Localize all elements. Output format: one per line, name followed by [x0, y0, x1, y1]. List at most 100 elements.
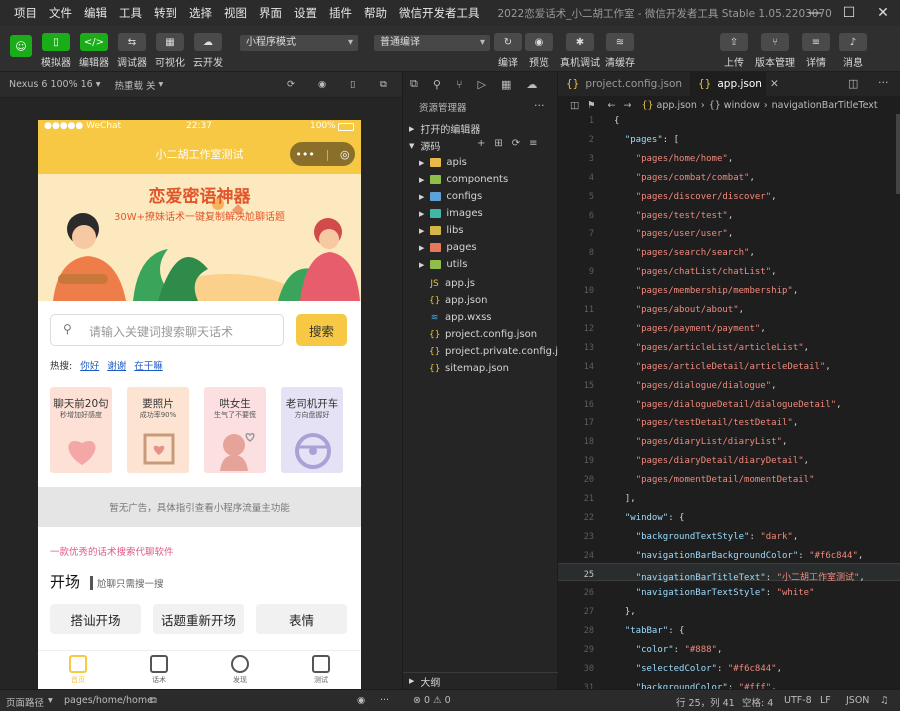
code-line[interactable]: "pages/user/user", — [614, 229, 734, 239]
search-button[interactable]: 搜索 — [296, 314, 347, 346]
menu-item-settings[interactable]: 设置 — [288, 5, 323, 21]
menu-item-select[interactable]: 选择 — [183, 5, 218, 21]
folder-item[interactable]: ▶ libs — [403, 222, 559, 239]
tab-discover[interactable]: 发现 — [220, 655, 260, 685]
tab-home[interactable]: 首页 — [58, 655, 98, 685]
file-item[interactable]: {} app.json — [403, 292, 559, 309]
code-line[interactable]: "color": "#888", — [614, 645, 723, 655]
editor-button[interactable]: </> 编辑器 — [75, 33, 113, 69]
page-path-label[interactable]: 页面路径 — [6, 695, 44, 709]
hot-keyword[interactable]: 谢谢 — [107, 358, 126, 372]
forward-icon[interactable]: → — [623, 100, 631, 111]
tab-app-json[interactable]: {} app.json ✕ — [690, 72, 779, 96]
extensions-icon[interactable]: ▦ — [501, 78, 511, 91]
folder-item[interactable]: ▶ components — [403, 171, 559, 188]
menu-item-plugins[interactable]: 插件 — [323, 5, 358, 21]
hot-reload-select[interactable]: 热重载 关 — [115, 78, 156, 92]
close-icon[interactable]: ✕ — [866, 0, 900, 26]
code-line[interactable]: "pages/combat/combat", — [614, 173, 755, 183]
code-line[interactable]: "pages/chatList/chatList", — [614, 267, 777, 277]
file-item[interactable]: {} project.config.json — [403, 326, 559, 343]
back-icon[interactable]: ← — [608, 100, 616, 111]
file-item[interactable]: JS app.js — [403, 275, 559, 292]
code-line[interactable]: }, — [614, 607, 636, 617]
folder-item[interactable]: ▶ pages — [403, 239, 559, 256]
menu-item-interface[interactable]: 界面 — [253, 5, 288, 21]
more-icon[interactable]: ••• — [295, 148, 314, 161]
code-line[interactable]: "pages/articleList/articleList", — [614, 343, 809, 353]
indentation[interactable]: 空格: 4 — [742, 695, 773, 709]
code-line[interactable]: "pages/home/home", — [614, 154, 734, 164]
code-line[interactable]: "tabBar": { — [614, 626, 685, 636]
menu-item-help[interactable]: 帮助 — [358, 5, 393, 21]
upload-button[interactable]: ⇧ 上传 — [715, 33, 753, 69]
add-folder-icon[interactable]: ⊞ — [494, 138, 502, 149]
search-input[interactable]: ⚲ 请输入关键词搜索聊天话术 — [50, 314, 284, 346]
tab-test[interactable]: 测试 — [301, 655, 341, 685]
tab-scripts[interactable]: 话术 — [139, 655, 179, 685]
language-mode[interactable]: JSON — [846, 695, 869, 706]
popout-icon[interactable]: ⧉ — [380, 79, 387, 90]
version-button[interactable]: ⑂ 版本管理 — [755, 33, 795, 69]
menu-item-file[interactable]: 文件 — [43, 5, 78, 21]
topic-chip[interactable]: 搭讪开场 — [50, 604, 141, 634]
more-icon[interactable]: ··· — [878, 76, 889, 89]
maximize-icon[interactable]: ☐ — [832, 0, 866, 26]
topic-chip[interactable]: 话题重新开场 — [153, 604, 244, 634]
code-line[interactable]: "pages": [ — [614, 135, 679, 145]
code-line[interactable]: "navigationBarTitleText": "小二胡工作室测试", — [614, 570, 865, 583]
code-line[interactable]: "navigationBarTextStyle": "white" — [614, 588, 815, 598]
capsule-button[interactable]: ••• | ◎ — [290, 142, 355, 166]
device-select[interactable]: Nexus 6 100% 16 — [9, 79, 93, 90]
device-icon[interactable]: ▯ — [350, 79, 355, 90]
bell-icon[interactable]: ♫ — [880, 695, 889, 706]
preview-button[interactable]: ◉ 预览 — [520, 33, 558, 69]
messages-button[interactable]: ♪ 消息 — [834, 33, 872, 69]
compile-select[interactable]: 普通编译 — [374, 35, 490, 51]
debug-icon[interactable]: ▷ — [478, 78, 486, 91]
minimize-icon[interactable]: — — [798, 0, 832, 26]
code-line[interactable]: "backgroundTextStyle": "dark", — [614, 532, 799, 542]
menu-item-goto[interactable]: 转到 — [148, 5, 183, 21]
mode-select[interactable]: 小程序模式 — [240, 35, 358, 51]
code-line[interactable]: "pages/diaryDetail/diaryDetail", — [614, 456, 809, 466]
code-line[interactable]: "pages/dialogue/dialogue", — [614, 381, 777, 391]
refresh-icon[interactable]: ⟳ — [512, 138, 520, 149]
eye-icon[interactable]: ◉ — [357, 695, 365, 706]
folder-item[interactable]: ▶ apis — [403, 154, 559, 171]
files-icon[interactable]: ⧉ — [410, 77, 418, 91]
code-line[interactable]: "pages/membership/membership", — [614, 286, 799, 296]
code-line[interactable]: "navigationBarBackgroundColor": "#f6c844… — [614, 551, 864, 561]
line-ending[interactable]: LF — [820, 695, 831, 706]
page-path[interactable]: pages/home/home — [64, 695, 153, 706]
bookmark-icon[interactable]: ⚑ — [587, 100, 596, 111]
search-icon[interactable]: ⚲ — [433, 78, 441, 91]
split-editor-icon[interactable]: ◫ — [848, 77, 858, 90]
open-editors-section[interactable]: ▶ 打开的编辑器 — [403, 120, 559, 137]
hot-keyword[interactable]: 在干嘛 — [134, 358, 163, 372]
code-line[interactable]: { — [614, 116, 619, 126]
more-icon[interactable]: ··· — [534, 99, 545, 112]
breadcrumb-window[interactable]: {} window — [709, 100, 760, 111]
code-line[interactable]: ], — [614, 494, 636, 504]
menu-item-devtools[interactable]: 微信开发者工具 — [393, 5, 486, 21]
code-line[interactable]: "pages/diaryList/diaryList", — [614, 437, 788, 447]
code-line[interactable]: "pages/discover/discover", — [614, 192, 777, 202]
code-line[interactable]: "window": { — [614, 513, 685, 523]
category-card[interactable]: 聊天前20句 秒增加好感度 — [50, 387, 112, 473]
code-line[interactable]: "selectedColor": "#f6c844", — [614, 664, 782, 674]
clear-cache-button[interactable]: ≋ 清缓存 — [601, 33, 639, 69]
menu-item-edit[interactable]: 编辑 — [78, 5, 113, 21]
collapse-icon[interactable]: ≡ — [529, 138, 537, 149]
code-line[interactable]: "pages/payment/payment", — [614, 324, 766, 334]
visual-button[interactable]: ▦ 可视化 — [151, 33, 189, 69]
code-line[interactable]: "pages/test/test", — [614, 211, 734, 221]
scrollbar[interactable] — [896, 114, 900, 194]
menu-item-view[interactable]: 视图 — [218, 5, 253, 21]
remote-debug-button[interactable]: ✱ 真机调试 — [560, 33, 600, 69]
code-line[interactable]: "pages/testDetail/testDetail", — [614, 418, 799, 428]
details-button[interactable]: ≡ 详情 — [797, 33, 835, 69]
source-control-icon[interactable]: ⑂ — [456, 78, 463, 91]
file-item[interactable]: {} project.private.config.js... — [403, 343, 573, 360]
category-card[interactable]: 哄女生 生气了不要慌 — [204, 387, 266, 473]
